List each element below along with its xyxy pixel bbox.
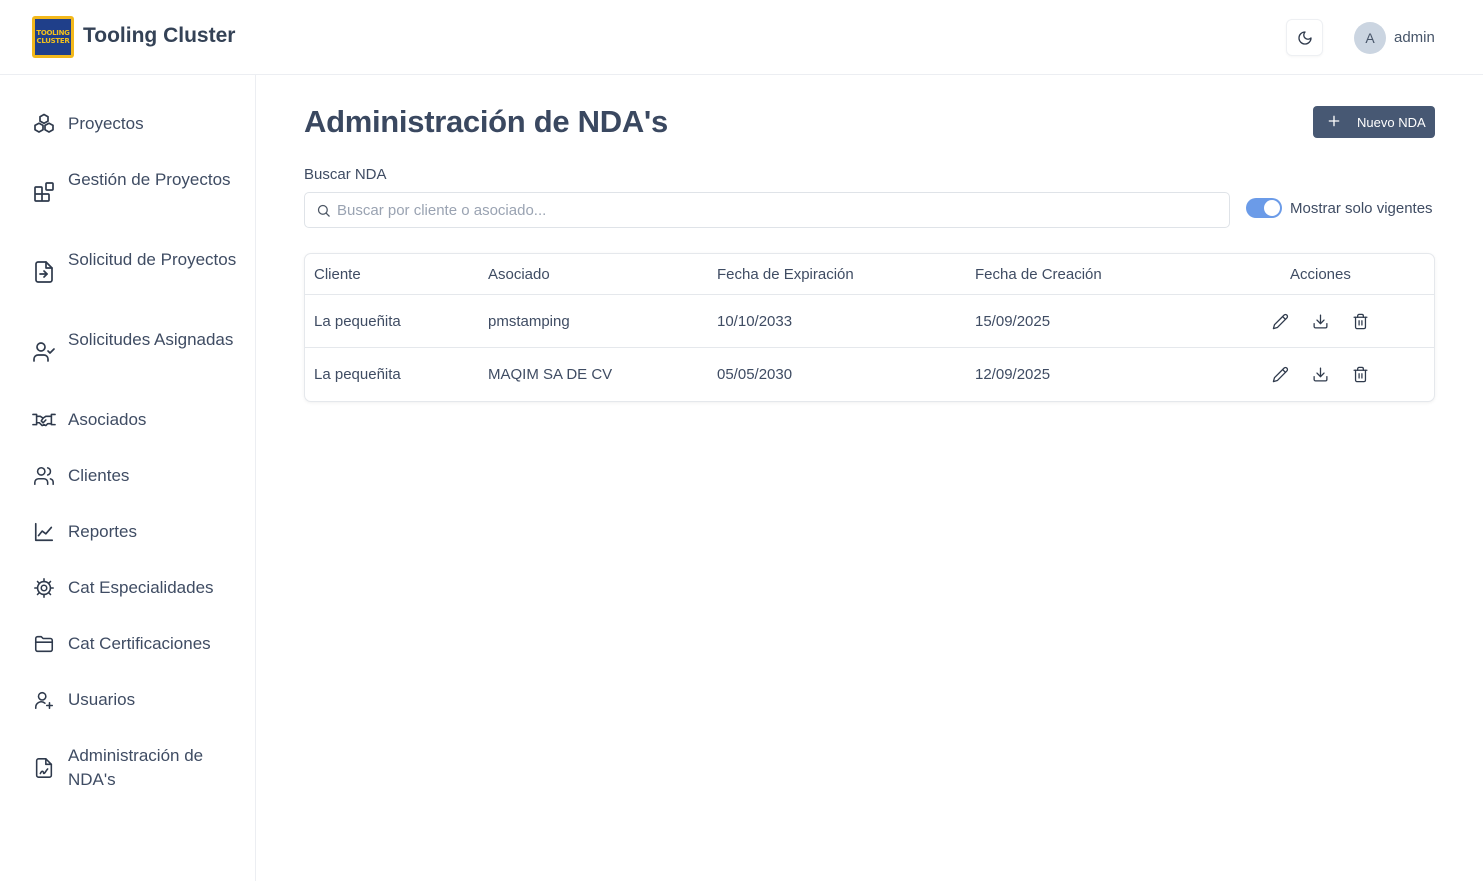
- plus-icon: [1326, 113, 1342, 129]
- cell-cliente: La pequeñita: [314, 313, 401, 330]
- table-row: La pequeñita pmstamping 10/10/2033 15/09…: [305, 295, 1434, 348]
- vigentes-toggle-label: Mostrar solo vigentes: [1290, 200, 1433, 217]
- user-plus-icon: [32, 688, 56, 712]
- sidebar-item-label: Reportes: [68, 522, 137, 541]
- column-header-fecha-creacion[interactable]: Fecha de Creación: [975, 266, 1102, 283]
- column-header-asociado[interactable]: Asociado: [488, 266, 550, 283]
- handshake-icon: [32, 408, 56, 432]
- top-header: TOOLING CLUSTER Tooling Cluster A admin: [0, 0, 1483, 75]
- new-nda-button-label: Nuevo NDA: [1357, 115, 1426, 130]
- cell-fecha-creacion: 15/09/2025: [975, 313, 1051, 330]
- edit-icon[interactable]: [1270, 364, 1290, 384]
- table-row: La pequeñita MAQIM SA DE CV 05/05/2030 1…: [305, 348, 1434, 401]
- app-title: Tooling Cluster: [83, 24, 236, 47]
- moon-icon: [1297, 30, 1313, 46]
- trash-icon[interactable]: [1350, 311, 1370, 331]
- user-check-icon: [32, 340, 56, 364]
- logo-mark: TOOLING CLUSTER: [35, 19, 71, 55]
- cell-fecha-expiracion: 05/05/2030: [717, 366, 793, 383]
- sidebar-item-solicitudes-asignadas[interactable]: Solicitudes Asignadas: [0, 328, 255, 376]
- search-box: [304, 192, 1230, 228]
- page-title: Administración de NDA's: [304, 104, 668, 139]
- cell-asociado: pmstamping: [488, 313, 570, 330]
- gear-icon: [32, 576, 56, 600]
- app-logo[interactable]: TOOLING CLUSTER: [32, 16, 74, 58]
- sidebar-item-label: Cat Certificaciones: [68, 634, 211, 653]
- sidebar-item-label: Solicitud de Proyectos: [68, 250, 237, 269]
- cell-fecha-creacion: 12/09/2025: [975, 366, 1051, 383]
- table-header: Cliente Asociado Fecha de Expiración Fec…: [305, 254, 1434, 295]
- edit-icon[interactable]: [1270, 311, 1290, 331]
- user-name[interactable]: admin: [1394, 29, 1435, 46]
- toggle-knob: [1264, 200, 1280, 216]
- sidebar-item-label: Solicitudes Asignadas: [68, 330, 234, 349]
- sidebar-item-asociados[interactable]: Asociados: [0, 408, 255, 432]
- theme-toggle-button[interactable]: [1286, 19, 1323, 56]
- cell-cliente: La pequeñita: [314, 366, 401, 383]
- sidebar-item-administracion-ndas[interactable]: Administración de NDA's: [0, 744, 255, 792]
- sidebar-item-label: Usuarios: [68, 690, 136, 709]
- download-icon[interactable]: [1310, 311, 1330, 331]
- sidebar-item-cat-certificaciones[interactable]: Cat Certificaciones: [0, 632, 255, 656]
- line-chart-icon: [32, 520, 56, 544]
- new-nda-button[interactable]: Nuevo NDA: [1313, 106, 1435, 138]
- sidebar-item-gestion-proyectos[interactable]: Gestión de Proyectos: [0, 168, 255, 216]
- sidebar-item-label: Cat Especialidades: [68, 578, 214, 597]
- sidebar-item-label: Clientes: [68, 466, 130, 485]
- sidebar-item-label: Gestión de Proyectos: [68, 170, 231, 189]
- user-avatar[interactable]: A: [1354, 22, 1386, 54]
- sidebar-item-label: Administración de NDA's: [68, 746, 204, 789]
- search-input[interactable]: [337, 193, 1217, 227]
- sidebar: Proyectos Gestión de Proyectos Solicitud…: [0, 75, 256, 881]
- sidebar-item-usuarios[interactable]: Usuarios: [0, 688, 255, 712]
- file-signature-icon: [32, 756, 56, 780]
- logo-text-line1: TOOLING: [36, 29, 70, 37]
- sidebar-item-label: Proyectos: [68, 114, 144, 133]
- nda-table: Cliente Asociado Fecha de Expiración Fec…: [304, 253, 1435, 402]
- search-label: Buscar NDA: [304, 166, 387, 183]
- vigentes-toggle[interactable]: [1246, 198, 1282, 218]
- sidebar-item-cat-especialidades[interactable]: Cat Especialidades: [0, 576, 255, 600]
- column-header-fecha-expiracion[interactable]: Fecha de Expiración: [717, 266, 854, 283]
- users-icon: [32, 464, 56, 488]
- cell-asociado: MAQIM SA DE CV: [488, 366, 613, 383]
- sidebar-item-solicitud-proyectos[interactable]: Solicitud de Proyectos: [0, 248, 255, 296]
- sidebar-item-clientes[interactable]: Clientes: [0, 464, 255, 488]
- search-icon: [316, 203, 331, 218]
- logo-text-line2: CLUSTER: [36, 37, 70, 45]
- sidebar-item-proyectos[interactable]: Proyectos: [0, 112, 255, 136]
- trash-icon[interactable]: [1350, 364, 1370, 384]
- cell-fecha-expiracion: 10/10/2033: [717, 313, 793, 330]
- folder-icon: [32, 632, 56, 656]
- sidebar-item-label: Asociados: [68, 410, 147, 429]
- blocks-icon: [32, 180, 56, 204]
- column-header-acciones: Acciones: [1290, 266, 1351, 283]
- column-header-cliente[interactable]: Cliente: [314, 266, 361, 283]
- file-input-icon: [32, 260, 56, 284]
- boxes-icon: [32, 112, 56, 136]
- sidebar-item-reportes[interactable]: Reportes: [0, 520, 255, 544]
- download-icon[interactable]: [1310, 364, 1330, 384]
